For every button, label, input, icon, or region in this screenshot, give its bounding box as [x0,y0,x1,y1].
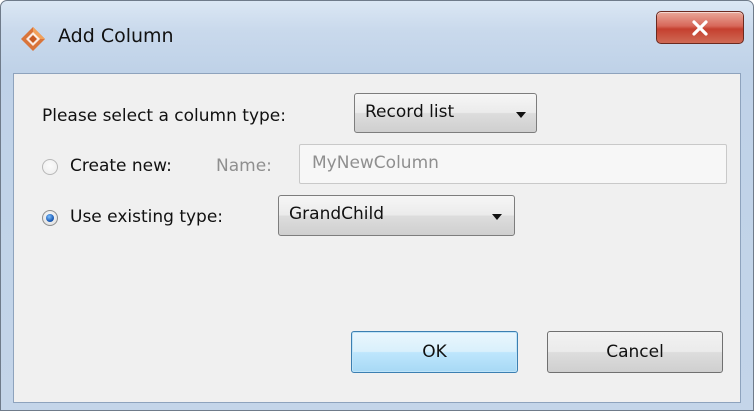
app-diamond-icon [21,27,45,51]
column-type-dropdown[interactable]: Record list [354,93,537,133]
existing-type-value: GrandChild [289,204,385,224]
dialog-content: Please select a column type: Record list… [13,73,741,403]
name-input[interactable]: MyNewColumn [299,144,727,184]
radio-selected-dot [46,214,54,222]
name-input-value: MyNewColumn [312,153,439,173]
use-existing-label: Use existing type: [70,207,224,227]
column-type-value: Record list [365,102,455,122]
existing-type-dropdown[interactable]: GrandChild [278,195,515,236]
chevron-down-icon [492,214,502,220]
close-button[interactable] [656,11,744,44]
ok-button[interactable]: OK [351,331,518,373]
column-type-label: Please select a column type: [42,106,286,126]
window-title: Add Column [58,25,174,47]
close-icon [692,20,708,36]
chevron-down-icon [516,112,526,118]
title-bar[interactable]: Add Column [1,1,753,73]
name-label: Name: [216,156,272,176]
use-existing-radio[interactable] [42,210,58,226]
dialog-window: Add Column Please select a column type: … [0,0,754,411]
create-new-label: Create new: [70,156,172,176]
create-new-radio[interactable] [42,159,58,175]
cancel-button[interactable]: Cancel [547,331,723,373]
